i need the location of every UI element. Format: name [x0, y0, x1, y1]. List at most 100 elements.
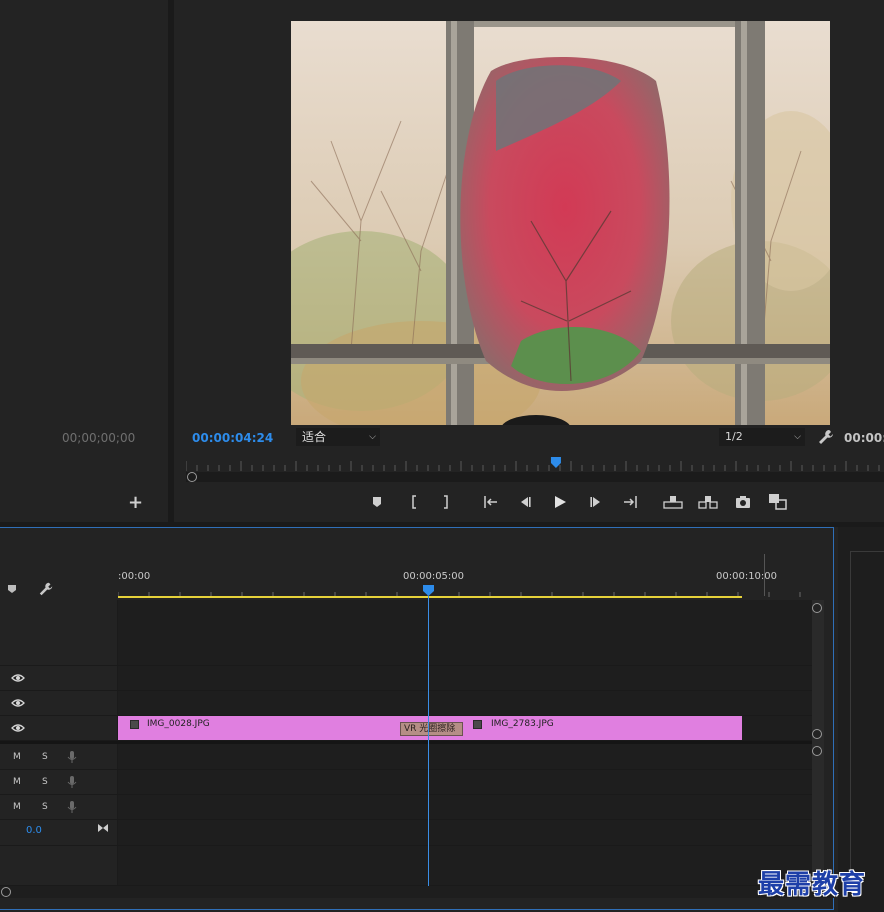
master-level-value[interactable]: 0.0 [26, 825, 42, 836]
microphone-icon[interactable] [67, 800, 77, 814]
solo-button[interactable]: S [42, 802, 48, 812]
transport-controls [365, 490, 795, 514]
track-lane-v2[interactable] [118, 691, 812, 715]
track-header-a1: M S [0, 744, 118, 769]
timeline-header-tools [0, 578, 118, 598]
track-header-v1 [0, 716, 118, 740]
track-row-empty [0, 600, 812, 666]
solo-button[interactable]: S [42, 777, 48, 787]
program-zoom-handle[interactable] [187, 472, 197, 482]
audio-meter-panel [838, 527, 884, 912]
ruler-label-10s: 00:00:10:00 [716, 571, 778, 582]
extract-button[interactable] [696, 490, 720, 514]
bowtie-icon[interactable] [97, 823, 109, 833]
timeline-horizontal-scrollbar[interactable] [0, 886, 834, 898]
eye-icon[interactable] [11, 673, 25, 683]
track-header-a3: M S [0, 795, 118, 819]
extract-icon [698, 496, 718, 509]
playback-resolution-dropdown[interactable]: 1/2 ⌵ [719, 428, 805, 446]
timeline-zoom-knob[interactable] [1, 887, 11, 897]
program-zoom-scrollbar[interactable] [186, 472, 884, 482]
track-row-v2 [0, 691, 812, 716]
track-lane-a1[interactable] [118, 744, 812, 769]
step-forward-icon [590, 497, 600, 507]
track-header-master [0, 820, 118, 845]
eye-icon[interactable] [11, 723, 25, 733]
program-playhead[interactable] [550, 457, 561, 468]
timeline-playhead-line[interactable] [428, 596, 429, 886]
chevron-down-icon: ⌵ [369, 432, 376, 442]
mark-out-icon [444, 495, 448, 509]
video-scroll-knob-top[interactable] [812, 603, 822, 613]
mark-in-icon [412, 495, 416, 509]
mute-button[interactable]: M [13, 802, 21, 812]
program-timecode[interactable]: 00:00:04:24 [192, 431, 273, 445]
mute-button[interactable]: M [13, 752, 21, 762]
mark-in-button[interactable] [402, 490, 426, 514]
compare-view-button[interactable] [766, 490, 790, 514]
track-header-a2: M S [0, 770, 118, 794]
video-scroll-knob-bottom[interactable] [812, 729, 822, 739]
track-header-v3 [0, 666, 118, 690]
track-row-v3 [0, 666, 812, 691]
chevron-down-icon: ⌵ [794, 432, 801, 442]
step-back-icon [521, 497, 531, 507]
go-to-in-icon [484, 496, 497, 508]
ruler-end-marker [764, 554, 765, 596]
track-lane-a2[interactable] [118, 770, 812, 794]
go-to-out-icon [624, 496, 637, 508]
track-row-master [0, 820, 812, 846]
microphone-icon[interactable] [67, 775, 77, 789]
audio-scroll-knob-top[interactable] [812, 746, 822, 756]
mute-button[interactable]: M [13, 777, 21, 787]
add-marker-button[interactable] [365, 490, 389, 514]
clip-name-second: IMG_2783.JPG [491, 719, 554, 729]
program-duration: 00:00: [844, 431, 884, 445]
go-to-out-button[interactable] [618, 490, 642, 514]
wrench-icon[interactable] [38, 581, 54, 597]
solo-button[interactable]: S [42, 752, 48, 762]
eye-icon[interactable] [11, 698, 25, 708]
wrench-icon[interactable] [817, 428, 835, 446]
export-frame-button[interactable] [731, 490, 755, 514]
fx-badge-icon [473, 720, 482, 729]
lift-icon [663, 496, 683, 509]
track-lane-v3[interactable] [118, 666, 812, 690]
play-button[interactable] [548, 490, 572, 514]
timeline-vertical-scrollbar[interactable] [812, 600, 824, 885]
track-lane-a3[interactable] [118, 795, 812, 819]
track-lane-master[interactable] [118, 820, 812, 845]
track-row-a1: M S [0, 744, 812, 770]
resolution-value: 1/2 [725, 430, 743, 443]
compare-view-icon [769, 494, 787, 510]
step-forward-button[interactable] [584, 490, 608, 514]
track-header-v2 [0, 691, 118, 715]
marker-icon[interactable] [7, 584, 17, 594]
video-preview-image [291, 21, 830, 425]
play-icon [555, 496, 566, 508]
camera-icon [736, 496, 750, 508]
fit-dropdown[interactable]: 适合 ⌵ [296, 428, 380, 446]
microphone-icon[interactable] [67, 750, 77, 764]
source-timecode[interactable]: 00;00;00;00 [62, 431, 135, 445]
lift-button[interactable] [661, 490, 685, 514]
track-header [0, 600, 118, 665]
track-row-a2: M S [0, 770, 812, 795]
timeline-playhead-head[interactable] [423, 585, 434, 597]
ruler-label-start: :00:00 [118, 571, 151, 582]
watermark-logo: 最需教育 [758, 870, 867, 900]
program-time-ruler[interactable] [186, 457, 884, 471]
fx-badge-icon [130, 720, 139, 729]
add-button[interactable]: + [128, 493, 144, 513]
mark-out-button[interactable] [434, 490, 458, 514]
go-to-in-button[interactable] [479, 490, 503, 514]
fit-dropdown-value: 适合 [302, 430, 327, 444]
step-back-button[interactable] [513, 490, 537, 514]
timeline-time-ruler[interactable]: :00:00 00:00:05:00 00:00:10:00 [118, 554, 812, 600]
track-lane[interactable] [118, 600, 812, 665]
program-video-frame[interactable] [291, 21, 830, 425]
track-row-bottom [0, 846, 812, 886]
track-lane-empty[interactable] [118, 846, 812, 885]
track-row-a3: M S [0, 795, 812, 820]
transition-vr-iris-wipe[interactable]: VR 光圈擦除 [400, 722, 463, 736]
